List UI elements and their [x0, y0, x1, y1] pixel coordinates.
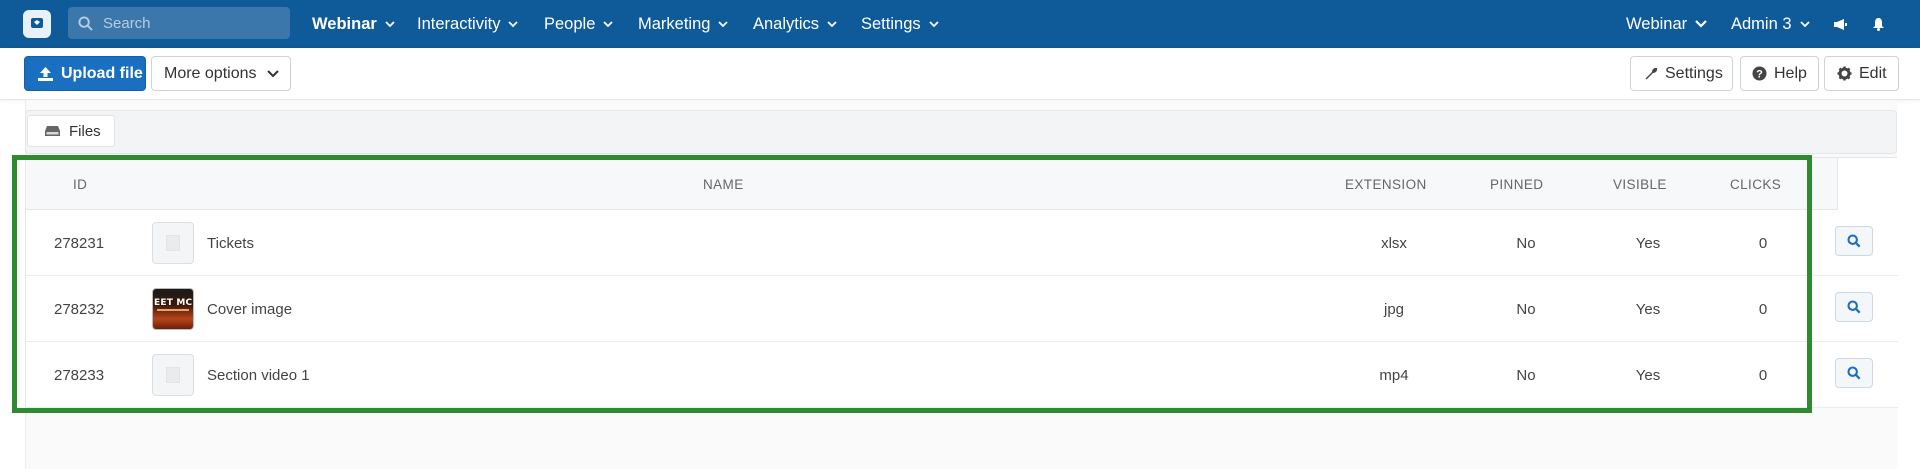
- chevron-down-icon: [718, 20, 729, 27]
- upload-icon: [38, 66, 53, 81]
- nav-item-people[interactable]: People: [544, 0, 614, 48]
- nav-item-analytics[interactable]: Analytics: [753, 0, 837, 48]
- chevron-down-icon: [508, 20, 519, 27]
- cell-id: 278233: [54, 366, 105, 384]
- cell-pinned: No: [1516, 234, 1536, 252]
- cell-visible: Yes: [1635, 300, 1661, 318]
- table-row[interactable]: 278233 Section video 1 mp4 No Yes 0: [26, 342, 1898, 408]
- column-header-id[interactable]: ID: [73, 158, 87, 210]
- column-header-visible[interactable]: VISIBLE: [1613, 158, 1667, 210]
- cover-image-preview: EET MC: [153, 289, 193, 329]
- cell-visible: Yes: [1635, 366, 1661, 384]
- hard-drive-icon: [45, 126, 60, 136]
- cell-pinned: No: [1516, 366, 1536, 384]
- view-file-button[interactable]: [1835, 292, 1873, 322]
- cell-name[interactable]: Section video 1: [207, 342, 310, 408]
- cell-pinned: No: [1516, 300, 1536, 318]
- nav-item-label: Webinar: [312, 14, 377, 33]
- chevron-down-icon: [827, 20, 837, 27]
- edit-label: Edit: [1859, 64, 1887, 82]
- cell-clicks: 0: [1758, 234, 1768, 252]
- file-thumbnail: [152, 354, 194, 396]
- image-thumbnail: EET MC: [152, 288, 194, 330]
- cell-name[interactable]: Tickets: [207, 210, 254, 276]
- notifications-button[interactable]: [1872, 0, 1885, 48]
- file-icon: [166, 367, 180, 383]
- search-input[interactable]: Search: [68, 7, 290, 39]
- announcements-button[interactable]: [1833, 0, 1848, 48]
- file-icon: [166, 235, 180, 251]
- cell-extension: jpg: [1383, 300, 1405, 318]
- column-header-extension[interactable]: EXTENSION: [1345, 158, 1427, 210]
- bell-icon: [1873, 18, 1884, 31]
- nav-item-settings[interactable]: Settings: [861, 0, 939, 48]
- chevron-down-icon: [1799, 20, 1810, 27]
- cell-id: 278231: [54, 234, 105, 252]
- nav-item-webinar[interactable]: Webinar: [312, 0, 395, 48]
- magnifier-icon: [1847, 300, 1861, 314]
- magnifier-icon: [1847, 234, 1861, 248]
- top-navbar: Search Webinar Interactivity People Mark…: [0, 0, 1920, 48]
- nav-item-label: Marketing: [638, 14, 711, 33]
- more-options-button[interactable]: More options: [151, 56, 291, 91]
- view-file-button[interactable]: [1835, 226, 1873, 256]
- cell-visible: Yes: [1635, 234, 1661, 252]
- chevron-down-icon: [1695, 20, 1707, 28]
- cell-clicks: 0: [1758, 300, 1768, 318]
- search-icon: [78, 15, 93, 31]
- upload-file-button[interactable]: Upload file: [24, 56, 146, 91]
- table-row[interactable]: 278232 EET MC Cover image jpg No Yes 0: [26, 276, 1898, 342]
- wrench-icon: [1645, 67, 1658, 80]
- svg-text:?: ?: [1756, 69, 1763, 81]
- gear-icon: [1837, 66, 1852, 81]
- search-placeholder: Search: [103, 14, 151, 32]
- chevron-down-icon: [928, 20, 939, 27]
- context-switcher[interactable]: Webinar: [1626, 0, 1707, 48]
- more-options-label: More options: [164, 64, 257, 82]
- nav-item-label: Interactivity: [417, 14, 501, 33]
- column-header-name[interactable]: NAME: [703, 158, 744, 210]
- chevron-down-icon: [385, 20, 395, 27]
- file-thumbnail: [152, 222, 194, 264]
- nav-item-label: Analytics: [753, 14, 820, 33]
- column-header-clicks[interactable]: CLICKS: [1730, 158, 1781, 210]
- megaphone-icon: [1834, 18, 1847, 30]
- cell-extension: xlsx: [1381, 234, 1407, 252]
- tabs-bar: [25, 110, 1897, 154]
- tab-files[interactable]: Files: [27, 115, 115, 147]
- nav-item-marketing[interactable]: Marketing: [638, 0, 729, 48]
- nav-item-label: People: [544, 14, 596, 33]
- app-logo-icon[interactable]: [23, 10, 51, 38]
- cell-id: 278232: [54, 300, 105, 318]
- user-menu[interactable]: Admin 3: [1731, 0, 1810, 48]
- magnifier-icon: [1847, 366, 1861, 380]
- view-file-button[interactable]: [1835, 358, 1873, 388]
- table-header: ID NAME EXTENSION PINNED VISIBLE CLICKS: [26, 158, 1898, 210]
- cell-extension: mp4: [1379, 366, 1409, 384]
- edit-button[interactable]: Edit: [1824, 56, 1899, 91]
- files-table: ID NAME EXTENSION PINNED VISIBLE CLICKS …: [25, 157, 1898, 408]
- cell-clicks: 0: [1758, 366, 1768, 384]
- help-button[interactable]: ? Help: [1740, 56, 1819, 91]
- chevron-down-icon: [266, 69, 279, 77]
- help-icon: ?: [1752, 66, 1767, 81]
- context-label: Webinar: [1626, 14, 1688, 33]
- chevron-down-icon: [603, 20, 614, 27]
- help-label: Help: [1774, 64, 1807, 82]
- nav-item-interactivity[interactable]: Interactivity: [417, 0, 519, 48]
- page-toolbar: Upload file More options Settings ? Help…: [0, 48, 1920, 100]
- user-name: Admin 3: [1731, 14, 1792, 33]
- nav-item-label: Settings: [861, 14, 921, 33]
- settings-label: Settings: [1665, 64, 1723, 82]
- settings-button[interactable]: Settings: [1630, 56, 1733, 91]
- tab-label: Files: [69, 122, 101, 140]
- upload-file-label: Upload file: [61, 64, 143, 82]
- column-header-pinned[interactable]: PINNED: [1490, 158, 1543, 210]
- table-row[interactable]: 278231 Tickets xlsx No Yes 0: [26, 210, 1898, 276]
- cell-name[interactable]: Cover image: [207, 276, 292, 342]
